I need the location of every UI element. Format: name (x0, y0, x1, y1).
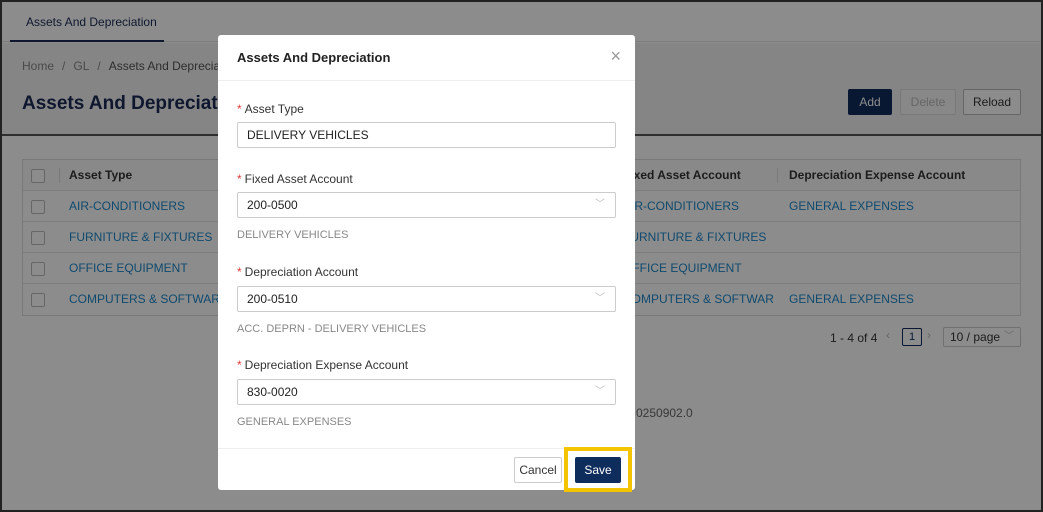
depreciation-expense-account-value: 830-0020 (247, 385, 298, 399)
depreciation-account-label: * Depreciation Account (237, 265, 359, 279)
chevron-down-icon: ﹀ (595, 293, 605, 304)
fixed-asset-account-label: * Fixed Asset Account (237, 172, 353, 186)
cancel-button[interactable]: Cancel (514, 457, 562, 483)
app-window: Assets And Depreciation Home / GL / Assets A… (0, 0, 1043, 512)
required-marker: * (237, 102, 242, 116)
depreciation-expense-account-label: * Depreciation Expense Account (237, 358, 409, 372)
asset-depreciation-dialog: Assets And Depreciation × * Asset Type DE… (218, 35, 635, 492)
required-marker: * (237, 172, 242, 186)
depreciation-account-select[interactable]: 200-0510 ﹀ (237, 286, 616, 312)
fixed-asset-account-value: 200-0500 (247, 198, 298, 212)
depreciation-expense-account-description: GENERAL EXPENSES (237, 416, 352, 428)
save-button[interactable]: Save (575, 457, 621, 483)
asset-type-input[interactable]: DELIVERY VEHICLES (237, 122, 616, 148)
close-icon[interactable]: × (610, 47, 621, 65)
chevron-down-icon: ﹀ (595, 386, 605, 397)
fixed-asset-account-description: DELIVERY VEHICLES (237, 229, 349, 241)
depreciation-expense-account-select[interactable]: 830-0020 ﹀ (237, 379, 616, 405)
dialog-title: Assets And Depreciation (237, 50, 391, 65)
required-marker: * (237, 265, 242, 279)
fixed-asset-account-select[interactable]: 200-0500 ﹀ (237, 192, 616, 218)
dialog-header: Assets And Depreciation × (218, 35, 635, 81)
depreciation-account-value: 200-0510 (247, 292, 298, 306)
chevron-down-icon: ﹀ (595, 199, 605, 210)
asset-type-label: * Asset Type (237, 102, 304, 116)
required-marker: * (237, 358, 242, 372)
depreciation-account-description: ACC. DEPRN - DELIVERY VEHICLES (237, 323, 427, 335)
